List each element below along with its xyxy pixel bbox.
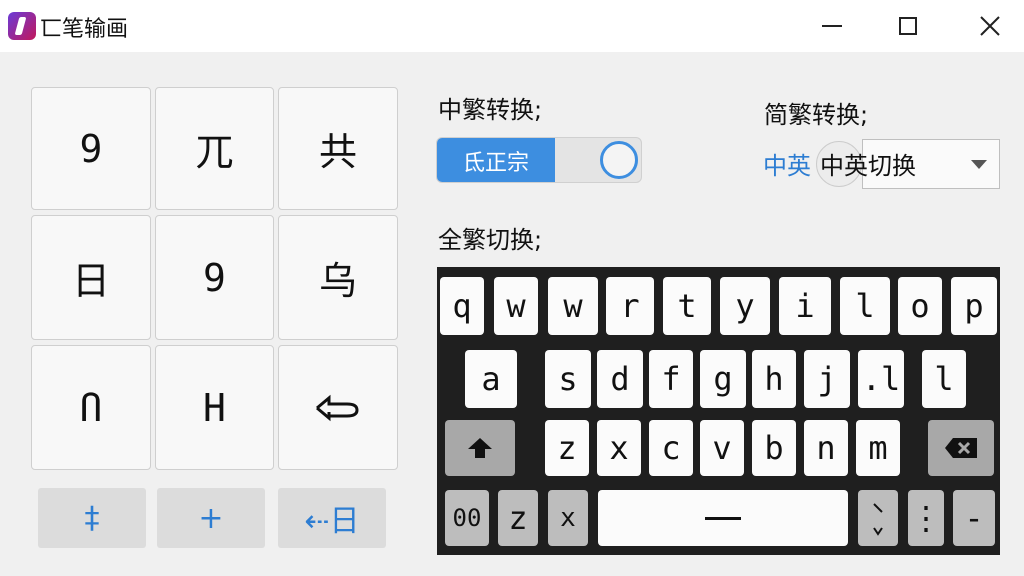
key-i[interactable]: i — [779, 277, 831, 335]
key-w[interactable]: w — [494, 277, 538, 335]
key-d[interactable]: d — [597, 350, 643, 408]
key-s[interactable]: s — [545, 350, 591, 408]
toggle-on-label: 氐正宗 — [437, 138, 555, 182]
chevron-down-icon[interactable] — [971, 160, 987, 169]
maximize-icon — [899, 17, 917, 35]
key-j[interactable]: j — [804, 350, 850, 408]
minus-key[interactable]: - — [953, 490, 995, 546]
return-arrow-icon — [316, 394, 359, 421]
key-p[interactable]: p — [951, 277, 997, 335]
more-key[interactable]: ⋮ — [908, 490, 944, 546]
key-q[interactable]: q — [440, 277, 484, 335]
key-v[interactable]: v — [700, 420, 744, 476]
key-00[interactable]: 00 — [445, 490, 489, 546]
key-h[interactable]: h — [752, 350, 796, 408]
grid-key[interactable]: H — [155, 345, 274, 470]
key-x2[interactable]: x — [548, 490, 588, 546]
backspace-icon — [945, 438, 977, 458]
select-value: 中英切换 — [820, 152, 916, 180]
key-z2[interactable]: z — [498, 490, 538, 546]
key-a[interactable]: a — [465, 350, 517, 408]
key-l2[interactable]: l — [922, 350, 966, 408]
minimize-icon — [822, 25, 842, 27]
key-g[interactable]: g — [700, 350, 746, 408]
key-f[interactable]: f — [649, 350, 693, 408]
grid-key[interactable]: 兀 — [155, 87, 274, 210]
key-o[interactable]: o — [898, 277, 942, 335]
key-z[interactable]: z — [545, 420, 589, 476]
window-title: 匸笔输画 — [40, 17, 129, 42]
title-bar — [0, 0, 1024, 52]
grid-key[interactable]: 9 — [155, 215, 274, 340]
split-button[interactable]: ‡ — [38, 488, 146, 548]
back-day-button[interactable]: ⇠日 — [278, 488, 386, 548]
grid-key[interactable]: 日 — [31, 215, 151, 340]
close-button[interactable] — [970, 6, 1010, 46]
app-icon — [8, 12, 36, 40]
grid-key[interactable]: Ո — [31, 345, 151, 470]
key-m[interactable]: m — [856, 420, 900, 476]
grid-key[interactable]: 乌 — [278, 215, 398, 340]
key-c[interactable]: c — [649, 420, 693, 476]
key-r[interactable]: r — [606, 277, 654, 335]
key-n[interactable]: n — [804, 420, 848, 476]
space-bar-mark — [705, 517, 741, 520]
grid-key[interactable]: 9 — [31, 87, 151, 210]
trad-convert-label: 中繁转换; — [438, 96, 543, 124]
refresh-icon[interactable] — [600, 141, 638, 179]
caret-icon — [873, 503, 883, 536]
key-dot-l[interactable]: .l — [858, 350, 904, 408]
key-b[interactable]: b — [752, 420, 796, 476]
grid-key[interactable]: 共 — [278, 87, 398, 210]
key-x[interactable]: x — [597, 420, 641, 476]
close-icon — [980, 16, 1000, 36]
minimize-button[interactable] — [812, 6, 852, 46]
key-t[interactable]: t — [663, 277, 711, 335]
key-w2[interactable]: w — [548, 277, 598, 335]
full-trad-label: 全繁切换; — [438, 226, 543, 254]
key-y[interactable]: y — [720, 277, 770, 335]
add-button[interactable]: + — [157, 488, 265, 548]
back-key[interactable] — [278, 345, 398, 470]
simp-trad-label: 简繁转换; — [764, 101, 869, 129]
key-l[interactable]: l — [840, 277, 890, 335]
zh-en-prefix: 中英 — [763, 152, 811, 180]
backspace-key[interactable] — [928, 420, 994, 476]
caret-key[interactable] — [858, 490, 898, 546]
maximize-button[interactable] — [888, 6, 928, 46]
shift-icon — [468, 438, 492, 458]
shift-key[interactable] — [445, 420, 515, 476]
